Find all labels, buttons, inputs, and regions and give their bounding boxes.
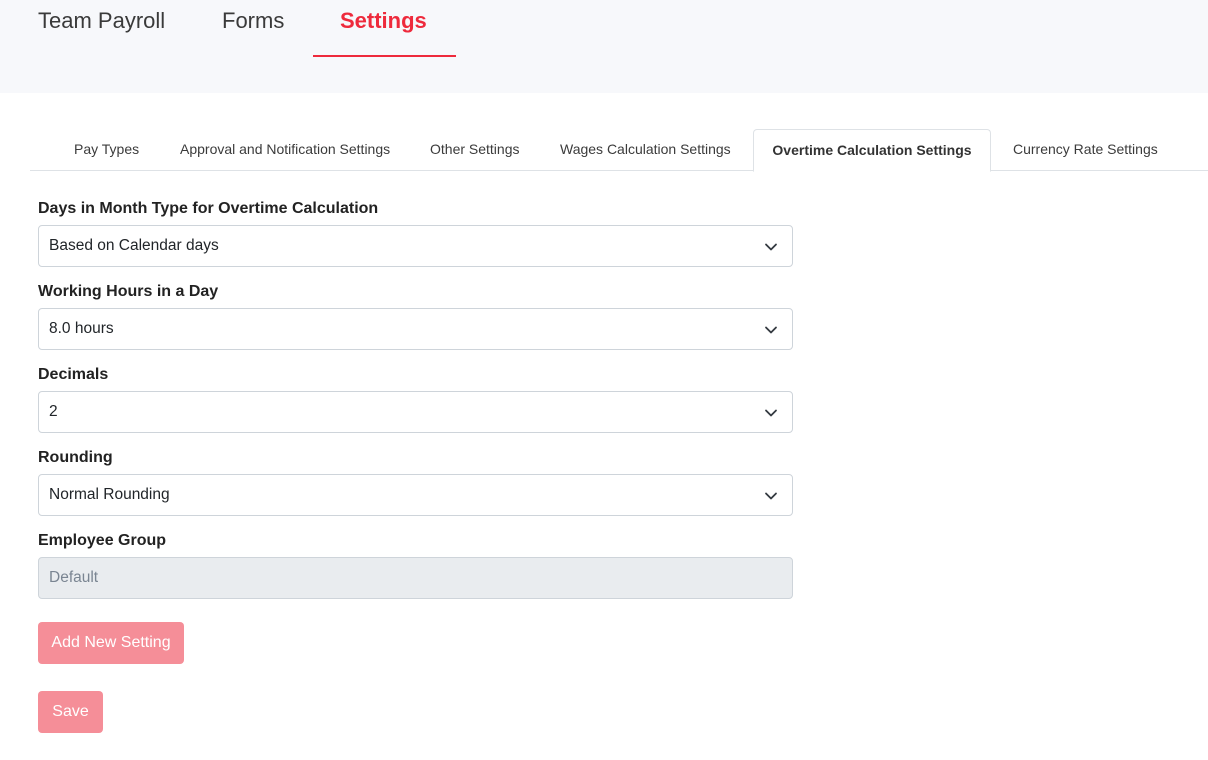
decimals-value: 2 [49,403,58,420]
days-in-month-value: Based on Calendar days [49,237,219,254]
add-new-setting-button[interactable]: Add New Setting [38,622,184,664]
active-tab-indicator [313,55,456,57]
employee-group-input: Default [38,557,793,599]
working-hours-value: 8.0 hours [49,320,114,337]
decimals-label: Decimals [38,366,109,383]
days-in-month-select[interactable]: Based on Calendar days [38,225,793,267]
employee-group-placeholder: Default [49,569,99,586]
subtab-other-settings[interactable]: Other Settings [430,129,520,171]
rounding-value: Normal Rounding [49,486,170,503]
subtab-overtime-calculation[interactable]: Overtime Calculation Settings [753,129,991,172]
subtab-currency-rate[interactable]: Currency Rate Settings [1013,129,1158,171]
tab-forms[interactable]: Forms [222,8,284,34]
employee-group-label: Employee Group [38,532,167,549]
rounding-label: Rounding [38,449,113,466]
chevron-down-icon [765,409,777,417]
tab-settings[interactable]: Settings [340,8,427,34]
subtab-pay-types[interactable]: Pay Types [74,129,139,171]
working-hours-select[interactable]: 8.0 hours [38,308,793,350]
days-in-month-label: Days in Month Type for Overtime Calculat… [38,200,379,217]
decimals-select[interactable]: 2 [38,391,793,433]
tab-team-payroll[interactable]: Team Payroll [38,8,165,34]
chevron-down-icon [765,326,777,334]
top-nav: Team Payroll Forms Settings [0,0,1208,93]
subtab-wages-calculation[interactable]: Wages Calculation Settings [560,129,731,171]
rounding-select[interactable]: Normal Rounding [38,474,793,516]
chevron-down-icon [765,492,777,500]
chevron-down-icon [765,243,777,251]
settings-subtabs: Pay Types Approval and Notification Sett… [30,129,1208,172]
working-hours-label: Working Hours in a Day [38,283,219,300]
save-button[interactable]: Save [38,691,103,733]
subtab-approval-notification[interactable]: Approval and Notification Settings [180,129,390,171]
